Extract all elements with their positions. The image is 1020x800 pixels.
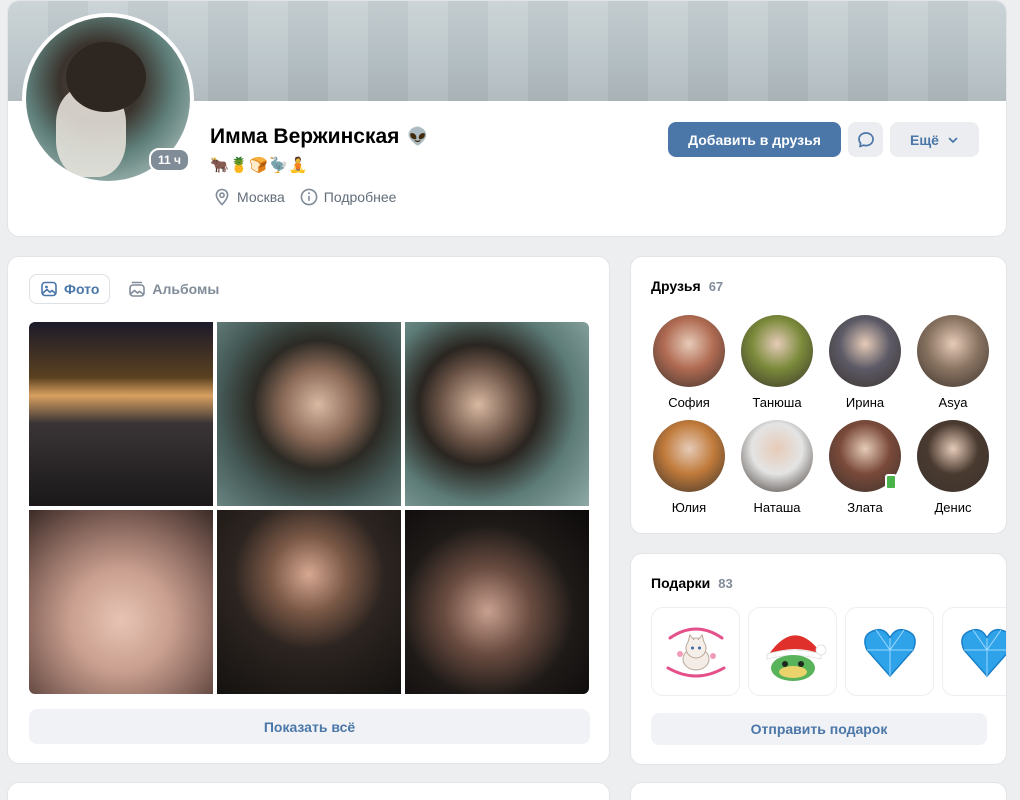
more-label[interactable]: Ещё (910, 132, 939, 148)
friend-item[interactable]: Злата (821, 420, 909, 525)
friends-title[interactable]: Друзья (651, 278, 701, 294)
alien-icon: 👽 (407, 127, 429, 146)
more-button[interactable]: Ещё (890, 122, 979, 157)
friend-item[interactable]: Юлия (645, 420, 733, 525)
photo-thumbnail[interactable] (405, 322, 589, 506)
gifts-row (651, 607, 1006, 696)
friend-item[interactable]: Ирина (821, 315, 909, 420)
photo-thumbnail[interactable] (217, 510, 401, 694)
location-icon (215, 188, 229, 206)
mobile-online-icon (885, 474, 897, 490)
blue-heart-sticker-icon (863, 628, 916, 677)
gift-item[interactable] (942, 607, 1006, 696)
profile-name-row: Имма Вержинская 👽 (210, 125, 429, 149)
info-icon (300, 188, 318, 206)
add-friend-button[interactable]: Добавить в друзья (668, 122, 841, 157)
tab-albums[interactable]: Альбомы (118, 274, 229, 304)
friend-name[interactable]: Злата (847, 500, 882, 515)
friend-avatar[interactable] (829, 315, 901, 387)
show-all-photos-button[interactable]: Показать всё (29, 709, 590, 744)
friend-avatar[interactable] (741, 315, 813, 387)
photo-thumbnail[interactable] (217, 322, 401, 506)
snake-santa-sticker-icon (766, 634, 826, 681)
friend-avatar[interactable] (829, 420, 901, 492)
tab-albums-label[interactable]: Альбомы (152, 281, 219, 297)
friend-name[interactable]: Танюша (752, 395, 801, 410)
friends-title-row[interactable]: Друзья 67 (651, 278, 723, 294)
friend-avatar[interactable] (653, 420, 725, 492)
friend-item[interactable]: Танюша (733, 315, 821, 420)
friend-name[interactable]: Денис (935, 500, 972, 515)
photo-grid (29, 322, 589, 694)
city-info: Москва (212, 187, 285, 207)
image-icon (41, 281, 57, 297)
friend-item[interactable]: Наташа (733, 420, 821, 525)
friends-card: Друзья 67 София Танюша Ирина Asya Юлия Наташа… (630, 256, 1007, 534)
profile-name: Имма Вержинская (210, 125, 400, 148)
friend-name[interactable]: Наташа (753, 500, 800, 515)
friends-grid: София Танюша Ирина Asya Юлия Наташа Злата Денис (645, 315, 997, 525)
tab-photos[interactable]: Фото (29, 274, 111, 304)
gifts-card: Подарки 83 Отправить подарок (630, 553, 1007, 765)
next-card (7, 782, 610, 800)
online-status-badge: 11 ч (149, 148, 190, 172)
tab-photos-label[interactable]: Фото (64, 281, 99, 297)
photo-thumbnail[interactable] (405, 510, 589, 694)
profile-info-row: Москва Подробнее (212, 187, 396, 207)
gift-item[interactable] (748, 607, 837, 696)
city-label: Москва (237, 189, 285, 205)
gift-item[interactable] (651, 607, 740, 696)
friend-avatar[interactable] (653, 315, 725, 387)
friends-count: 67 (708, 279, 724, 294)
gifts-title[interactable]: Подарки (651, 575, 710, 591)
details-link[interactable]: Подробнее (299, 187, 397, 207)
photo-thumbnail[interactable] (29, 322, 213, 506)
photos-card: Фото Альбомы Показать всё (7, 256, 610, 764)
profile-status: 🐂🍍🍞🦤🧘 (210, 157, 309, 174)
message-button[interactable] (848, 122, 883, 157)
chevron-down-icon (948, 137, 958, 143)
friend-avatar[interactable] (917, 420, 989, 492)
photo-thumbnail[interactable] (29, 510, 213, 694)
cat-sticker-icon (666, 627, 725, 677)
friend-name[interactable]: Юлия (672, 500, 706, 515)
friend-name[interactable]: Asya (939, 395, 968, 410)
friend-item[interactable]: София (645, 315, 733, 420)
photos-tabs: Фото Альбомы (29, 274, 229, 304)
gifts-count: 83 (718, 576, 733, 591)
albums-icon (129, 281, 146, 297)
blue-heart-sticker-icon (960, 628, 1006, 677)
friend-item[interactable]: Asya (909, 315, 997, 420)
next-card (630, 782, 1007, 800)
send-gift-button[interactable]: Отправить подарок (651, 713, 987, 745)
friend-avatar[interactable] (917, 315, 989, 387)
friend-item[interactable]: Денис (909, 420, 997, 525)
gifts-title-row[interactable]: Подарки 83 (651, 575, 733, 591)
friend-avatar[interactable] (741, 420, 813, 492)
friend-name[interactable]: София (668, 395, 710, 410)
message-icon (857, 131, 874, 147)
friend-name[interactable]: Ирина (846, 395, 884, 410)
gift-item[interactable] (845, 607, 934, 696)
details-label[interactable]: Подробнее (324, 189, 397, 205)
